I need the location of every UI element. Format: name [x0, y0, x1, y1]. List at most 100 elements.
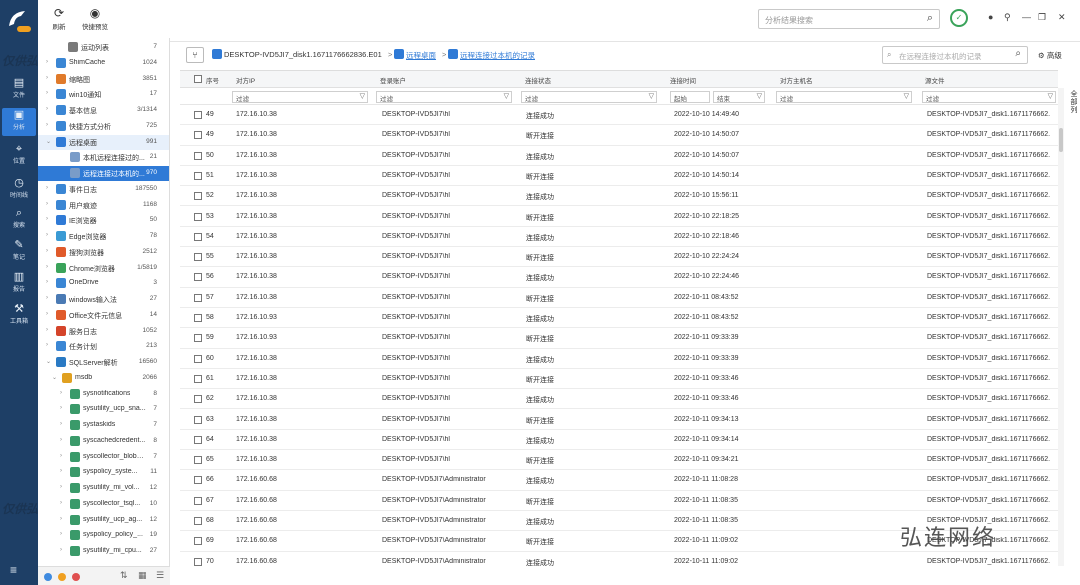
col-header-source[interactable]: 源文件 [925, 75, 945, 85]
table-row[interactable]: 60 172.16.10.38 DESKTOP-IVD5JI7\hl 连接成功 2022… [180, 349, 1058, 369]
row-checkbox[interactable] [194, 131, 202, 140]
row-checkbox[interactable] [194, 212, 202, 221]
chevron-right-icon[interactable]: › [60, 437, 62, 443]
row-checkbox[interactable] [194, 293, 202, 302]
tree-item[interactable]: › syspolicy_policy_... 19 [38, 528, 169, 543]
table-row[interactable]: 54 172.16.10.38 DESKTOP-IVD5JI7\hl 连接成功 2022… [180, 227, 1058, 248]
row-checkbox[interactable] [194, 151, 202, 160]
filter-account[interactable]: 过滤 ▽ [376, 91, 512, 103]
tree-item[interactable]: › 服务日志 1052 [38, 324, 169, 339]
col-header-ip[interactable]: 对方IP [236, 75, 255, 85]
chevron-right-icon[interactable]: › [46, 59, 48, 65]
chevron-right-icon[interactable]: › [46, 106, 48, 112]
chevron-right-icon[interactable]: › [46, 122, 48, 128]
row-checkbox[interactable] [194, 557, 202, 566]
tree-item[interactable]: ⌄ msdb 2066 [38, 371, 169, 386]
chevron-right-icon[interactable]: › [60, 500, 62, 506]
row-checkbox[interactable] [194, 171, 202, 180]
row-checkbox[interactable] [194, 232, 202, 241]
chevron-right-icon[interactable]: › [46, 311, 48, 317]
col-header-id[interactable]: 序号 [206, 75, 219, 85]
chevron-right-icon[interactable]: › [46, 185, 48, 191]
tree-item[interactable]: ⌄ SQLServer解析 16560 [38, 355, 169, 370]
row-checkbox[interactable] [194, 354, 202, 363]
tree-item[interactable]: › 搜狗浏览器 2512 [38, 245, 169, 260]
tree-item[interactable]: › Office文件元信息 14 [38, 308, 169, 323]
row-checkbox[interactable] [194, 517, 202, 525]
table-row[interactable]: 64 172.16.10.38 DESKTOP-IVD5JI7\hl 连接成功 2022… [180, 430, 1058, 451]
tree-item[interactable]: › 基本信息 3/1314 [38, 103, 169, 118]
rail-item-7[interactable]: ⚒ 工具箱 [2, 302, 36, 330]
table-row[interactable]: 67 172.16.60.68 DESKTOP-IVD5JI7\Administra… [180, 491, 1058, 511]
funnel-icon[interactable]: ▽ [904, 92, 909, 100]
row-checkbox[interactable] [194, 334, 202, 343]
col-header-account[interactable]: 登录账户 [380, 75, 406, 85]
tree-item[interactable]: › sysutility_mi_cpu... 27 [38, 544, 169, 559]
chevron-right-icon[interactable]: ⌄ [46, 358, 51, 365]
tree-item[interactable]: › win10通知 17 [38, 87, 169, 102]
chevron-right-icon[interactable]: › [46, 201, 48, 207]
row-checkbox[interactable] [194, 374, 202, 383]
record-search-input[interactable]: ⌕ 在远程连接过本机的记录 ⌕ [882, 46, 1028, 64]
rail-item-6[interactable]: ▥ 报告 [2, 270, 36, 298]
search-icon[interactable]: ⌕ [1015, 48, 1021, 59]
sort-icon[interactable]: ⇅ [120, 570, 128, 581]
funnel-icon[interactable]: ▽ [757, 92, 762, 100]
tree-item[interactable]: › sysutility_mi_vol... 12 [38, 481, 169, 496]
chevron-right-icon[interactable]: › [46, 248, 48, 254]
chevron-right-icon[interactable]: › [46, 342, 48, 348]
row-checkbox[interactable] [194, 111, 202, 119]
chevron-right-icon[interactable]: › [60, 516, 62, 522]
tree-item[interactable]: › Chrome浏览器 1/5819 [38, 261, 169, 276]
filter-time-start[interactable]: 起始 [670, 91, 710, 103]
scrollbar-thumb[interactable] [1059, 128, 1063, 152]
chevron-right-icon[interactable]: › [60, 405, 62, 411]
rail-item-2[interactable]: ⌖ 位置 [2, 142, 36, 170]
refresh-button[interactable]: ⟳ 刷新 [42, 5, 76, 31]
chevron-right-icon[interactable]: › [46, 75, 48, 81]
status-dot-blue[interactable] [44, 573, 52, 581]
row-checkbox[interactable] [194, 192, 202, 201]
chevron-right-icon[interactable]: › [46, 264, 48, 270]
rail-item-3[interactable]: ◷ 时间线 [2, 176, 36, 204]
tree-item[interactable]: › syscollector_blobs... 7 [38, 450, 169, 465]
col-header-host[interactable]: 对方主机名 [780, 75, 813, 85]
table-row[interactable]: 65 172.16.10.38 DESKTOP-IVD5JI7\hl 断开连接 2022… [180, 450, 1058, 471]
table-row[interactable]: 49 172.16.10.38 DESKTOP-IVD5JI7\hl 断开连接 2022… [180, 125, 1058, 146]
row-checkbox[interactable] [194, 395, 202, 404]
chevron-right-icon[interactable]: › [60, 531, 62, 537]
result-search-input[interactable]: 分析结果搜索 ⌕ [758, 9, 940, 29]
table-row[interactable]: 50 172.16.10.38 DESKTOP-IVD5JI7\hl 连接成功 2022… [180, 146, 1058, 166]
tree-item[interactable]: › syscachedcredent... 8 [38, 434, 169, 449]
chevron-right-icon[interactable]: › [60, 421, 62, 427]
table-row[interactable]: 58 172.16.10.93 DESKTOP-IVD5JI7\hl 连接成功 2022… [180, 308, 1058, 329]
chevron-right-icon[interactable]: › [46, 232, 48, 238]
tree-item[interactable]: › OneDrive 3 [38, 276, 169, 291]
filter-time-end[interactable]: 结束 ▽ [713, 91, 765, 103]
row-checkbox[interactable] [194, 273, 202, 282]
funnel-icon[interactable]: ▽ [649, 92, 654, 100]
table-row[interactable]: 52 172.16.10.38 DESKTOP-IVD5JI7\hl 连接成功 2022… [180, 186, 1058, 207]
rail-item-0[interactable]: ▤ 文件 [2, 76, 36, 104]
col-header-status[interactable]: 连接状态 [525, 75, 551, 85]
table-row[interactable]: 70 172.16.60.68 DESKTOP-IVD5JI7\Administra… [180, 552, 1058, 568]
advanced-search-button[interactable]: ⚙ 高级 [1038, 50, 1062, 61]
chevron-right-icon[interactable]: › [46, 216, 48, 222]
table-row[interactable]: 51 172.16.10.38 DESKTOP-IVD5JI7\hl 断开连接 2022… [180, 166, 1058, 187]
table-row[interactable]: 53 172.16.10.38 DESKTOP-IVD5JI7\hl 断开连接 2022… [180, 207, 1058, 227]
filter-status[interactable]: 过滤 ▽ [521, 91, 657, 103]
table-row[interactable]: 56 172.16.10.38 DESKTOP-IVD5JI7\hl 连接成功 2022… [180, 267, 1058, 288]
user-icon[interactable]: ● [988, 12, 993, 22]
row-checkbox[interactable] [194, 435, 202, 444]
breadcrumb-records[interactable]: 远程连接过本机的记录 [460, 50, 535, 61]
chevron-right-icon[interactable]: › [60, 547, 62, 553]
funnel-icon[interactable]: ▽ [360, 92, 365, 100]
filter-source[interactable]: 过滤 ▽ [922, 91, 1056, 103]
table-row[interactable]: 61 172.16.10.38 DESKTOP-IVD5JI7\hl 断开连接 2022… [180, 369, 1058, 390]
row-checkbox[interactable] [194, 476, 202, 485]
chevron-right-icon[interactable]: › [60, 468, 62, 474]
chevron-right-icon[interactable]: › [46, 279, 48, 285]
table-row[interactable]: 62 172.16.10.38 DESKTOP-IVD5JI7\hl 连接成功 2022… [180, 389, 1058, 410]
tree-item[interactable]: › 快捷方式分析 725 [38, 119, 169, 134]
tree-item[interactable]: › sysutility_ucp_sna... 7 [38, 402, 169, 417]
